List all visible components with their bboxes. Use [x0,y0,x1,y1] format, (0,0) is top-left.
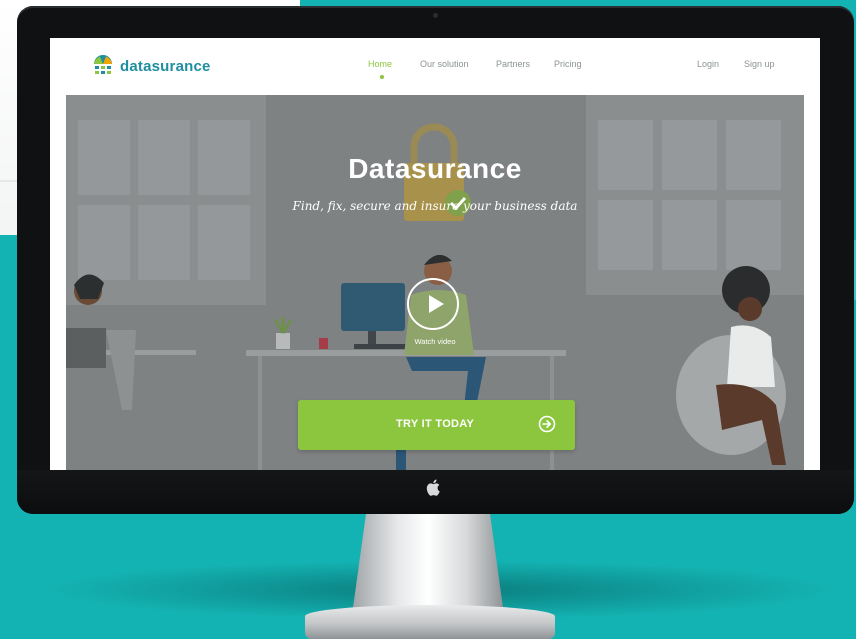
site-logo[interactable]: datasurance [92,52,211,80]
nav-home[interactable]: Home [368,59,392,69]
nav-our-solution[interactable]: Our solution [420,59,469,69]
watch-video-label[interactable]: Watch video [386,337,484,346]
play-icon [429,295,444,313]
hero-subtitle: Find, fix, secure and insure your busine… [292,199,578,213]
hero-section: Datasurance Find, fix, secure and insure… [66,95,804,470]
nav-partners[interactable]: Partners [496,59,530,69]
logo-text: datasurance [120,57,211,75]
hero-title: Datasurance [348,153,522,184]
webcam-icon [433,13,438,18]
browser-screen: datasurance Home Our solution Partners P… [50,38,820,470]
try-it-today-button[interactable]: TRY IT TODAY [298,400,575,450]
play-video-button[interactable] [407,278,459,330]
umbrella-logo-icon [94,55,112,74]
monitor-stand-base [305,605,555,639]
nav-active-indicator [380,75,384,79]
signup-link[interactable]: Sign up [744,59,775,69]
monitor-stand-neck [352,505,504,615]
site-navbar: datasurance Home Our solution Partners P… [50,38,820,95]
cta-label: TRY IT TODAY [396,418,475,430]
apple-icon [423,479,443,501]
arrow-right-circle-icon [538,415,556,433]
nav-pricing[interactable]: Pricing [554,59,582,69]
login-link[interactable]: Login [697,59,719,69]
